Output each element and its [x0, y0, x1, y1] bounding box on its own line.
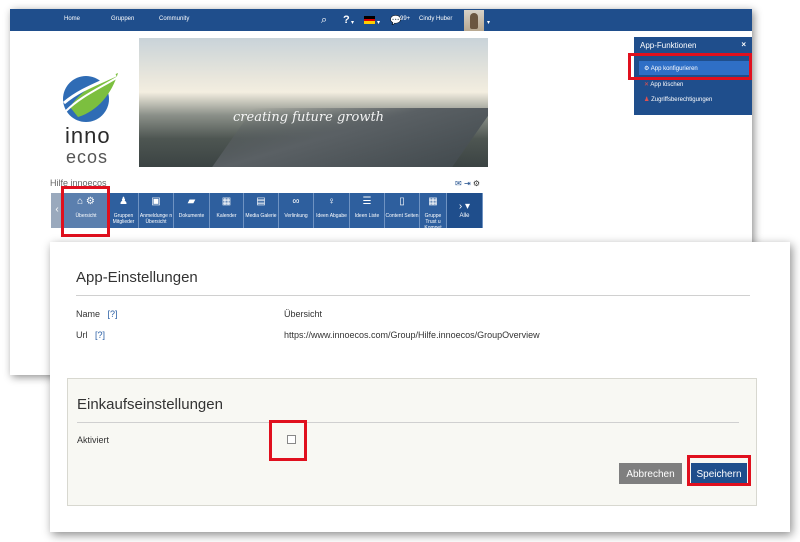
- logo-text-inno: inno: [65, 123, 111, 148]
- highlight-overview-tab: [61, 186, 110, 237]
- grid-icon: ▦: [428, 196, 438, 207]
- avatar[interactable]: [464, 10, 484, 31]
- chevron-down-icon[interactable]: ▾: [351, 16, 354, 30]
- group-banner-image: creating future growth: [139, 38, 488, 167]
- chevron-right-icon: › ▾: [458, 201, 471, 212]
- nav-community[interactable]: Community: [159, 16, 189, 22]
- group-actions: ✉ ⇥ ⚙: [455, 179, 480, 188]
- chevron-down-icon[interactable]: ▾: [377, 16, 380, 30]
- page-icon: ▯: [399, 196, 405, 207]
- highlight-save-button: [687, 455, 751, 486]
- name-help-link[interactable]: [?]: [108, 309, 118, 319]
- dialog-title: App-Einstellungen: [76, 269, 198, 286]
- nav-gruppen[interactable]: Gruppen: [111, 16, 134, 22]
- tab-gruppen-mitglieder[interactable]: ♟ Gruppen Mitglieder: [109, 193, 139, 228]
- innoecos-logo: [63, 73, 119, 122]
- tab-more-alle[interactable]: › ▾ Alle: [447, 193, 483, 228]
- mail-icon[interactable]: ✉: [455, 179, 462, 188]
- list-icon: ☰: [362, 196, 372, 207]
- search-icon[interactable]: ⌕: [321, 13, 327, 27]
- help-icon[interactable]: ?: [343, 13, 350, 27]
- tab-dokumente[interactable]: ▰ Dokumente: [174, 193, 210, 228]
- divider: [76, 295, 750, 296]
- folder-icon: ▰: [187, 196, 196, 207]
- tab-gruppe-trust[interactable]: ▦ Gruppe Trust u Kompet: [420, 193, 447, 228]
- export-icon[interactable]: ⇥: [464, 179, 471, 188]
- tab-kalender[interactable]: ▦ Kalender: [210, 193, 244, 228]
- bulb-icon: ♀: [327, 196, 336, 207]
- gear-icon[interactable]: ⚙: [473, 179, 480, 188]
- group-app-tabbar: ‹ ⌂ ⚙ Übersicht ♟ Gruppen Mitglieder ▣ A…: [51, 193, 483, 228]
- aktiviert-label: Aktiviert: [77, 435, 110, 445]
- app-delete-item[interactable]: ✕ App löschen: [644, 81, 683, 88]
- screenshot-stage: Home Gruppen Community ⌕ ? ▾ ▾ 💬 99+ Cin…: [0, 0, 800, 542]
- url-value: https://www.innoecos.com/Group/Hilfe.inn…: [284, 330, 540, 340]
- members-icon: ♟: [119, 196, 128, 207]
- logo-text-ecos: ecos: [66, 147, 109, 167]
- registration-icon: ▣: [151, 196, 161, 207]
- close-icon[interactable]: ×: [741, 40, 746, 49]
- section-title: Einkaufseinstellungen: [77, 396, 223, 413]
- highlight-configure-app: [628, 53, 752, 80]
- url-help-link[interactable]: [?]: [95, 330, 105, 340]
- users-icon: ♟: [644, 97, 650, 103]
- calendar-icon: ▦: [221, 196, 232, 207]
- name-label: Name [?]: [76, 309, 118, 319]
- top-navigation-bar: Home Gruppen Community ⌕ ? ▾ ▾ 💬 99+ Cin…: [10, 9, 752, 31]
- app-access-rights-item[interactable]: ♟ Zugriffsberechtigungen: [644, 96, 712, 103]
- cancel-button[interactable]: Abbrechen: [619, 463, 682, 484]
- tab-media-galerie[interactable]: ▤ Media Galerie: [244, 193, 279, 228]
- app-settings-dialog: App-Einstellungen Name [?] Übersicht Url…: [50, 242, 790, 532]
- tab-content-seiten[interactable]: ▯ Content Seiten: [385, 193, 420, 228]
- name-value: Übersicht: [284, 309, 323, 319]
- highlight-aktiviert-checkbox: [269, 420, 307, 461]
- nav-home[interactable]: Home: [64, 16, 80, 22]
- tab-ideen-liste[interactable]: ☰ Ideen Liste: [350, 193, 385, 228]
- divider: [77, 422, 739, 423]
- gallery-icon: ▤: [256, 196, 266, 207]
- tab-anmeldungen[interactable]: ▣ Anmeldunge n Übersicht: [139, 193, 174, 228]
- banner-slogan: creating future growth: [233, 110, 385, 125]
- chevron-down-icon[interactable]: ▾: [487, 16, 490, 30]
- german-flag-icon[interactable]: [364, 16, 375, 24]
- app-functions-title: App-Funktionen: [640, 41, 697, 50]
- tab-ideen-abgabe[interactable]: ♀ Ideen Abgabe: [314, 193, 350, 228]
- notification-count[interactable]: 99+: [400, 16, 410, 22]
- purchase-settings-section: Einkaufseinstellungen Aktiviert Abbreche…: [67, 378, 757, 506]
- user-name[interactable]: Cindy Huber: [419, 16, 452, 22]
- url-label: Url [?]: [76, 330, 106, 340]
- delete-icon: ✕: [644, 82, 650, 88]
- tab-verlinkung[interactable]: ∞ Verlinkung: [279, 193, 314, 228]
- link-icon: ∞: [292, 196, 300, 207]
